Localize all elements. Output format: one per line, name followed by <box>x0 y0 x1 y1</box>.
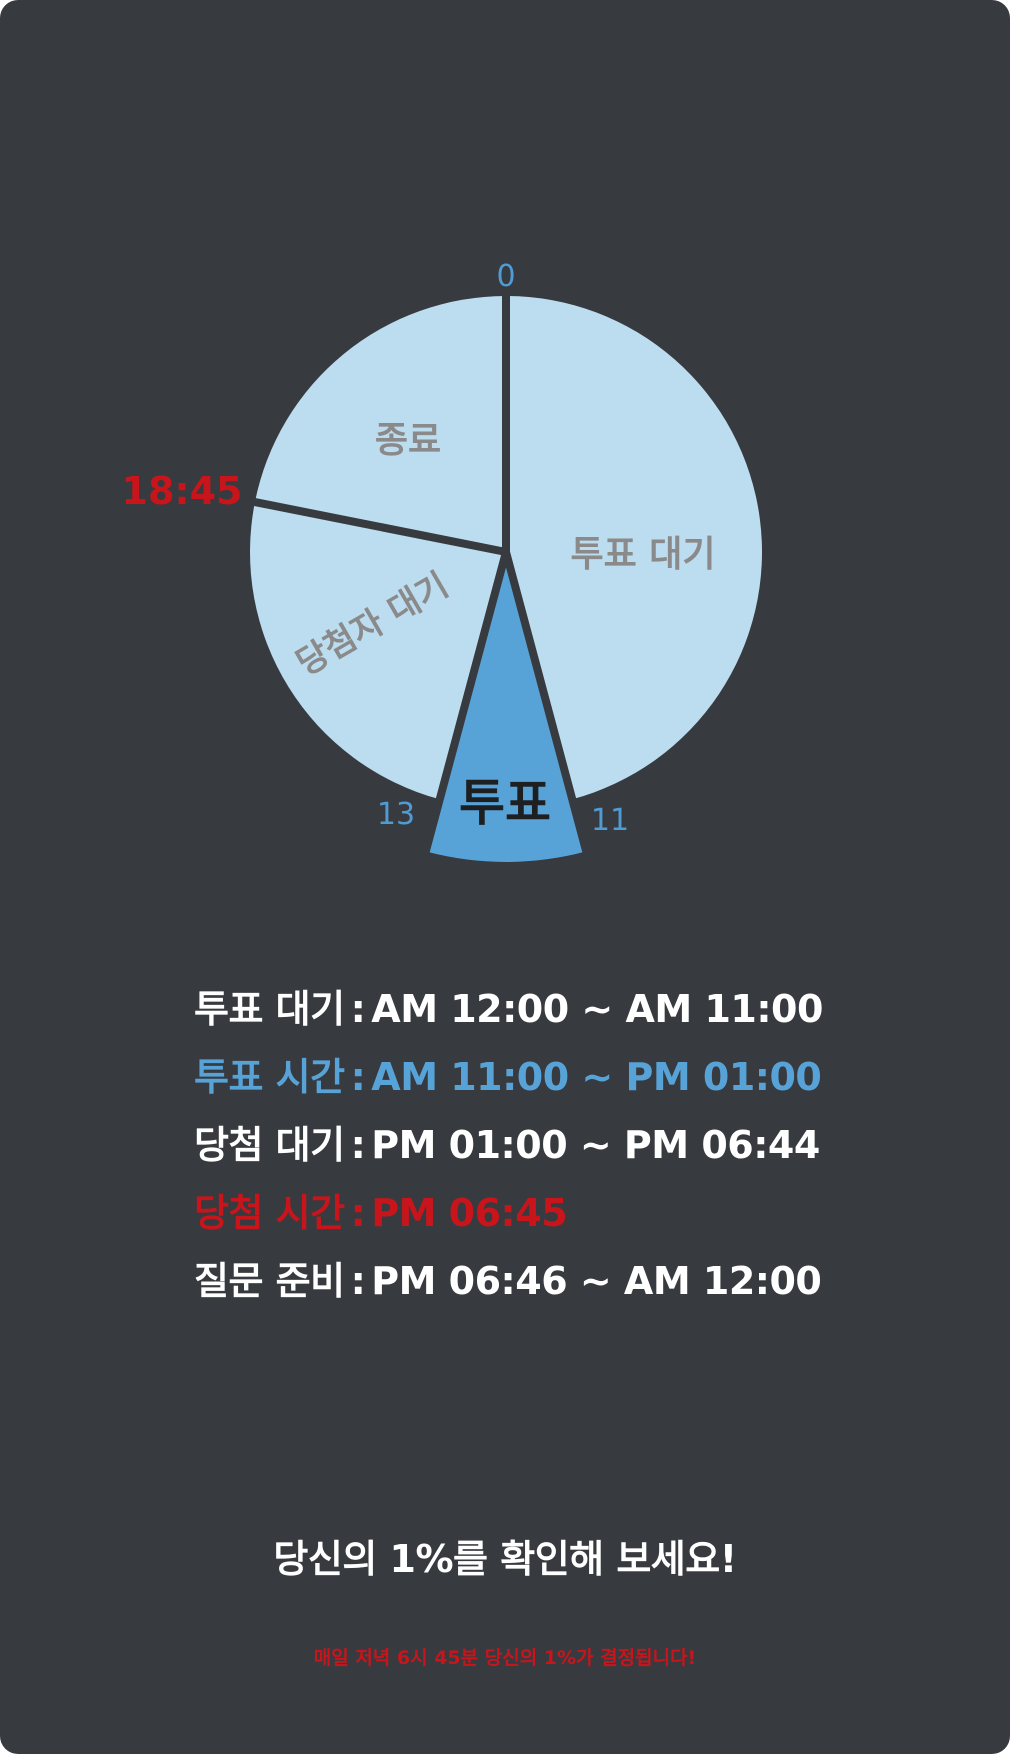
schedule-name: 투표 시간 <box>194 1055 345 1099</box>
check-your-percent-heading: 당신의 1%를 확인해 보세요! <box>273 1537 737 1581</box>
schedule-separator: : <box>350 1123 366 1167</box>
schedule-row-winner-waiting: 당첨 대기: PM 01:00 ~ PM 06:44 <box>194 1122 820 1168</box>
schedule-separator: : <box>350 987 366 1031</box>
schedule-range: AM 12:00 ~ AM 11:00 <box>371 987 823 1031</box>
schedule-name: 당첨 시간 <box>194 1191 345 1235</box>
schedule-range: PM 06:45 <box>371 1191 568 1235</box>
schedule-range: AM 11:00 ~ PM 01:00 <box>371 1055 822 1099</box>
app-screen: 투표 대기 투표 당첨자 대기 종료 0 11 13 18:45 투표 대기: A… <box>0 0 1010 1754</box>
schedule-separator: : <box>350 1259 366 1303</box>
schedule-row-question-prep: 질문 준비: PM 06:46 ~ AM 12:00 <box>194 1258 822 1304</box>
schedule-row-vote-waiting: 투표 대기: AM 12:00 ~ AM 11:00 <box>194 986 823 1032</box>
schedule-separator: : <box>350 1191 366 1235</box>
schedule-row-winner-time: 당첨 시간: PM 06:45 <box>194 1190 568 1236</box>
slice-label-vote-waiting: 투표 대기 <box>570 534 715 575</box>
slice-label-closed: 종료 <box>375 420 441 461</box>
daily-schedule-dial: 투표 대기 투표 당첨자 대기 종료 0 11 13 18:45 <box>122 238 762 862</box>
slice-label-vote: 투표 <box>459 774 551 832</box>
schedule-separator: : <box>350 1055 366 1099</box>
schedule-range: PM 01:00 ~ PM 06:44 <box>371 1123 820 1167</box>
schedule-range: PM 06:46 ~ AM 12:00 <box>371 1259 822 1303</box>
hour-tick-13: 13 <box>377 797 415 832</box>
hour-tick-11: 11 <box>591 803 629 838</box>
hour-tick-0: 0 <box>496 259 515 294</box>
schedule-row-vote-time: 투표 시간: AM 11:00 ~ PM 01:00 <box>194 1054 822 1100</box>
schedule-name: 투표 대기 <box>194 987 345 1031</box>
schedule-name: 질문 준비 <box>194 1259 345 1303</box>
time-marker-1845: 18:45 <box>122 469 243 513</box>
schedule-name: 당첨 대기 <box>194 1123 345 1167</box>
daily-result-notice: 매일 저녁 6시 45분 당신의 1%가 결정됩니다! <box>313 1647 697 1669</box>
